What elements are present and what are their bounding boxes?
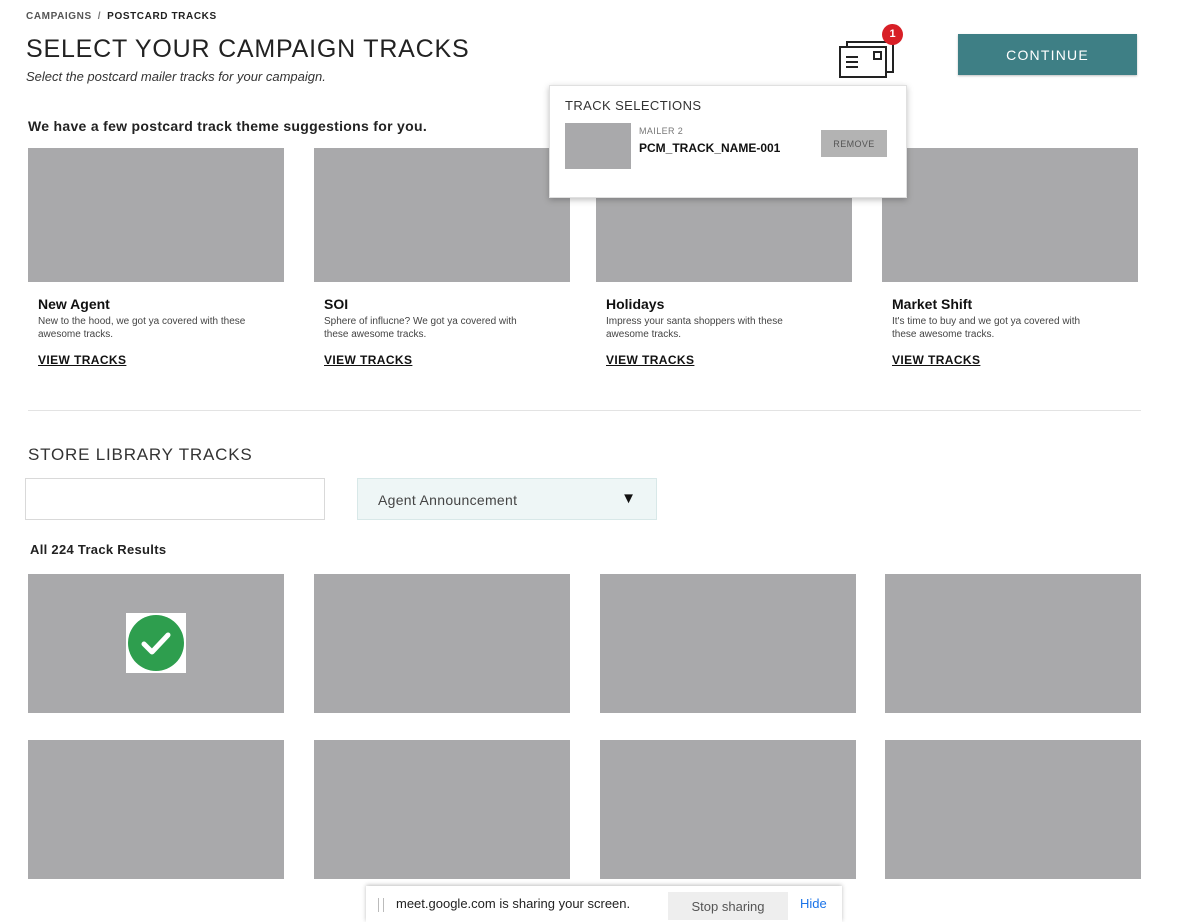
theme-image[interactable]: [28, 148, 284, 282]
stop-sharing-button[interactable]: Stop sharing: [668, 892, 788, 920]
breadcrumb-separator: /: [97, 11, 102, 22]
results-count: All 224 Track Results: [30, 542, 167, 557]
breadcrumb-current: POSTCARD TRACKS: [107, 11, 217, 22]
track-category-select[interactable]: Agent Announcement ▼: [357, 478, 657, 520]
theme-title: Market Shift: [892, 296, 973, 312]
track-tile[interactable]: [28, 740, 284, 879]
check-circle: [128, 615, 184, 671]
suggestions-heading: We have a few postcard track theme sugge…: [28, 118, 428, 134]
track-tile[interactable]: [885, 740, 1141, 879]
theme-card-market-shift: Market Shift It's time to buy and we got…: [882, 148, 1138, 369]
postcard-mailer-icon[interactable]: [838, 40, 896, 80]
screen-share-message: meet.google.com is sharing your screen.: [396, 896, 631, 911]
track-tile[interactable]: [28, 574, 284, 713]
track-tile[interactable]: [885, 574, 1141, 713]
track-selections-title: TRACK SELECTIONS: [565, 98, 702, 113]
track-selections-popover: TRACK SELECTIONS MAILER 2 PCM_TRACK_NAME…: [549, 85, 907, 198]
theme-description: New to the hood, we got ya covered with …: [38, 316, 246, 340]
view-tracks-link[interactable]: VIEW TRACKS: [606, 353, 694, 367]
continue-button[interactable]: CONTINUE: [958, 34, 1137, 75]
view-tracks-link[interactable]: VIEW TRACKS: [892, 353, 980, 367]
theme-description: Sphere of influcne? We got ya covered wi…: [324, 316, 517, 340]
theme-description: It's time to buy and we got ya covered w…: [892, 316, 1081, 340]
theme-card-new-agent: New Agent New to the hood, we got ya cov…: [28, 148, 284, 369]
theme-card-soi: SOI Sphere of influcne? We got ya covere…: [314, 148, 570, 369]
breadcrumb: CAMPAIGNS / POSTCARD TRACKS: [26, 11, 217, 22]
track-tile[interactable]: [600, 740, 856, 879]
theme-description: Impress your santa shoppers with these a…: [606, 316, 783, 340]
breadcrumb-campaigns[interactable]: CAMPAIGNS: [26, 11, 92, 22]
theme-title: Holidays: [606, 296, 665, 312]
track-tile[interactable]: [600, 574, 856, 713]
caret-down-icon: ▼: [621, 490, 636, 507]
page-title: SELECT YOUR CAMPAIGN TRACKS: [26, 35, 470, 63]
selection-count-badge: 1: [882, 24, 903, 45]
track-tile[interactable]: [314, 574, 570, 713]
library-heading: STORE LIBRARY TRACKS: [28, 445, 253, 464]
remove-track-button[interactable]: REMOVE: [821, 130, 887, 157]
theme-image[interactable]: [882, 148, 1138, 282]
section-divider: [28, 410, 1141, 411]
view-tracks-link[interactable]: VIEW TRACKS: [38, 353, 126, 367]
campaign-tracks-page: CAMPAIGNS / POSTCARD TRACKS SELECT YOUR CA…: [0, 0, 1178, 922]
selected-track-thumbnail: [565, 123, 631, 169]
track-category-value: Agent Announcement: [378, 492, 518, 508]
selected-track-name: PCM_TRACK_NAME-001: [639, 141, 781, 155]
selected-check-icon: [126, 613, 186, 673]
track-tile[interactable]: [314, 740, 570, 879]
selected-track-mailer: MAILER 2: [639, 126, 684, 136]
track-search-input[interactable]: [25, 478, 325, 520]
screen-share-bar: meet.google.com is sharing your screen. …: [366, 886, 842, 922]
view-tracks-link[interactable]: VIEW TRACKS: [324, 353, 412, 367]
page-subtitle: Select the postcard mailer tracks for yo…: [26, 69, 326, 84]
hide-share-bar-link[interactable]: Hide: [800, 896, 827, 911]
theme-title: SOI: [324, 296, 349, 312]
theme-image[interactable]: [314, 148, 570, 282]
drag-handle-icon[interactable]: [378, 898, 384, 912]
theme-title: New Agent: [38, 296, 110, 312]
